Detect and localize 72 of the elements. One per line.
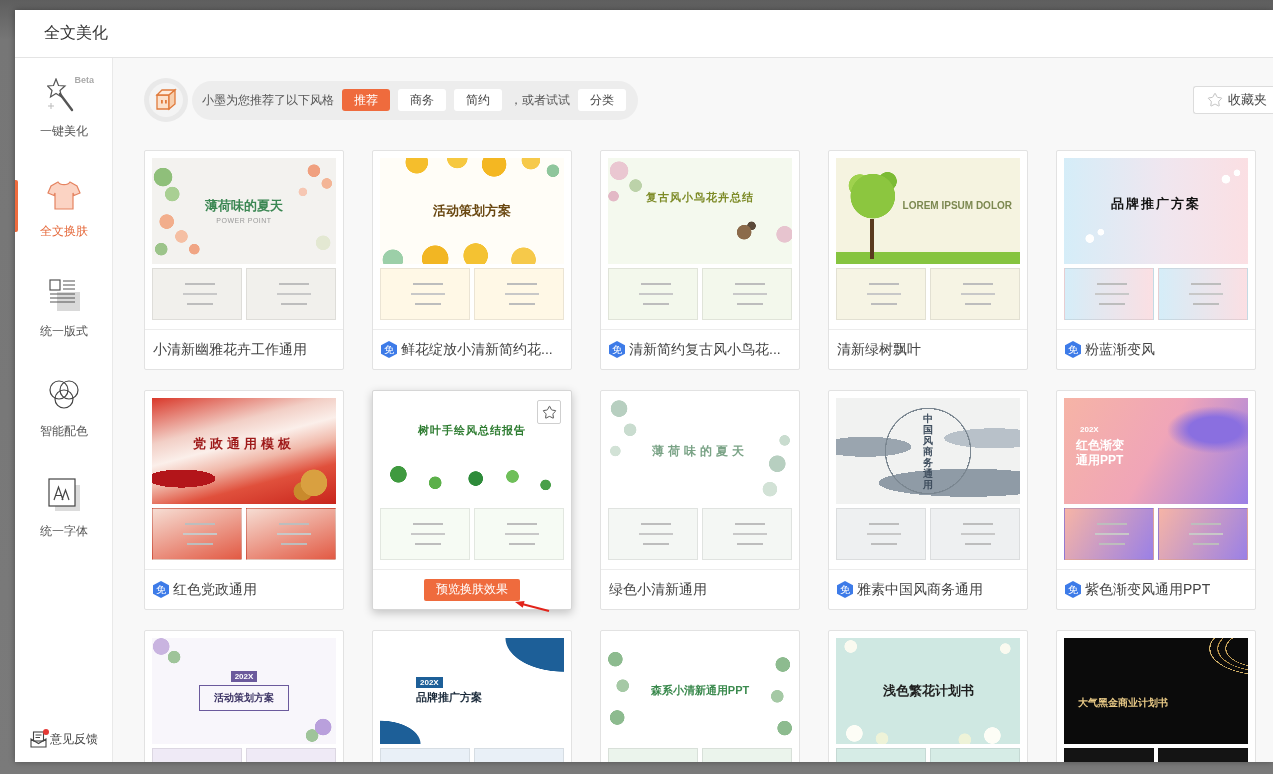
slide-title: 党政通用模板 — [193, 435, 295, 453]
overlapping-circles-icon — [46, 378, 81, 412]
slide-title: 薄荷味的夏天 — [652, 443, 748, 459]
template-card[interactable]: 活动策划方案 免 鲜花绽放小清新简约花... — [372, 150, 572, 370]
slide-title: 薄荷味的夏天 — [205, 197, 283, 215]
slide-title: 树叶手绘风总结报告 — [418, 424, 526, 438]
slide-title: 浅色繁花计划书 — [882, 682, 974, 700]
template-card[interactable]: 中国风商务通用 免 雅素中国风商务通用 — [828, 390, 1028, 610]
template-name: 绿色小清新通用 — [609, 580, 707, 599]
sidebar-item[interactable]: 智能配色 — [15, 368, 112, 468]
slide-title: 品牌推广方案 — [416, 691, 482, 705]
template-name: 鲜花绽放小清新简约花... — [401, 340, 553, 359]
free-badge: 免 — [153, 581, 169, 598]
selection-indicator — [15, 180, 18, 232]
recommendation-text: 小墨为您推荐了以下风格 — [202, 91, 334, 109]
feedback-button[interactable]: 意见反馈 — [15, 730, 112, 748]
free-badge: 免 — [1065, 581, 1081, 598]
style-tag[interactable]: 简约 — [454, 89, 502, 111]
slide-tag: 202X — [230, 670, 258, 682]
template-card[interactable]: 202X 品牌推广方案 — [372, 630, 572, 762]
slide-tag: 202X — [1076, 424, 1103, 435]
slide-title: 红色渐变通用PPT — [1076, 438, 1125, 468]
alternative-text: ，或者试试 — [510, 91, 570, 109]
template-name: 雅素中国风商务通用 — [857, 580, 983, 599]
beta-label: Beta — [74, 75, 94, 85]
slide-title: 森系小清新通用PPT — [650, 684, 750, 698]
slide-title: 中国风商务通用 — [923, 412, 933, 490]
dialog-title: 全文美化 — [44, 23, 108, 43]
layout-icon — [46, 278, 81, 312]
free-badge: 免 — [609, 341, 625, 358]
sidebar-item[interactable]: 全文换肤 — [15, 168, 112, 268]
template-name: 清新绿树飘叶 — [837, 340, 921, 359]
template-card[interactable]: 薄荷味的夏天 绿色小清新通用 — [600, 390, 800, 610]
free-badge: 免 — [837, 581, 853, 598]
free-badge: 免 — [1065, 341, 1081, 358]
template-name: 清新简约复古风小鸟花... — [629, 340, 781, 359]
favorite-button[interactable] — [537, 400, 561, 424]
free-badge: 免 — [381, 341, 397, 358]
template-card[interactable]: 复古风小鸟花卉总结 免 清新简约复古风小鸟花... — [600, 150, 800, 370]
style-tag[interactable]: 商务 — [398, 89, 446, 111]
slide-title: 活动策划方案 — [433, 202, 511, 220]
template-name: 紫色渐变风通用PPT — [1085, 580, 1211, 599]
template-card[interactable]: 森系小清新通用PPT — [600, 630, 800, 762]
template-card[interactable]: 树叶手绘风总结报告 预览换肤效果 — [372, 390, 572, 610]
template-name: 小清新幽雅花卉工作通用 — [153, 340, 307, 359]
box-mascot-icon — [144, 78, 188, 122]
favorites-button[interactable]: 收藏夹 — [1193, 86, 1273, 114]
slide-title: 活动策划方案 — [199, 684, 289, 712]
slide-title: LOREM IPSUM DOLOR — [902, 199, 1012, 213]
annotation-arrow — [513, 598, 551, 614]
slide-title: 大气黑金商业计划书 — [1078, 696, 1168, 710]
slide-title: 品牌推广方案 — [1111, 195, 1201, 213]
sidebar-item[interactable]: 统一字体 — [15, 468, 112, 568]
template-name: 粉蓝渐变风 — [1085, 340, 1155, 359]
template-card[interactable]: 大气黑金商业计划书 — [1056, 630, 1256, 762]
category-button[interactable]: 分类 — [578, 89, 626, 111]
template-name: 红色党政通用 — [173, 580, 257, 599]
template-card[interactable]: 浅色繁花计划书 — [828, 630, 1028, 762]
magic-wand-icon — [46, 78, 74, 112]
template-card[interactable]: 党政通用模板 免 红色党政通用 — [144, 390, 344, 610]
sidebar-item[interactable]: 统一版式 — [15, 268, 112, 368]
star-icon — [1207, 92, 1223, 108]
slide-tag: 202X — [416, 677, 443, 689]
star-icon — [541, 404, 557, 420]
template-card[interactable]: 202X 活动策划方案 — [144, 630, 344, 762]
template-card[interactable]: 202X 红色渐变通用PPT 免 紫色渐变风通用PPT — [1056, 390, 1256, 610]
slide-title: 复古风小鸟花卉总结 — [646, 191, 754, 205]
sidebar-item[interactable]: Beta 一键美化 — [15, 68, 112, 168]
template-card[interactable]: 品牌推广方案 免 粉蓝渐变风 — [1056, 150, 1256, 370]
feedback-icon — [29, 730, 47, 748]
template-card[interactable]: LOREM IPSUM DOLOR 清新绿树飘叶 — [828, 150, 1028, 370]
font-icon — [46, 478, 81, 512]
